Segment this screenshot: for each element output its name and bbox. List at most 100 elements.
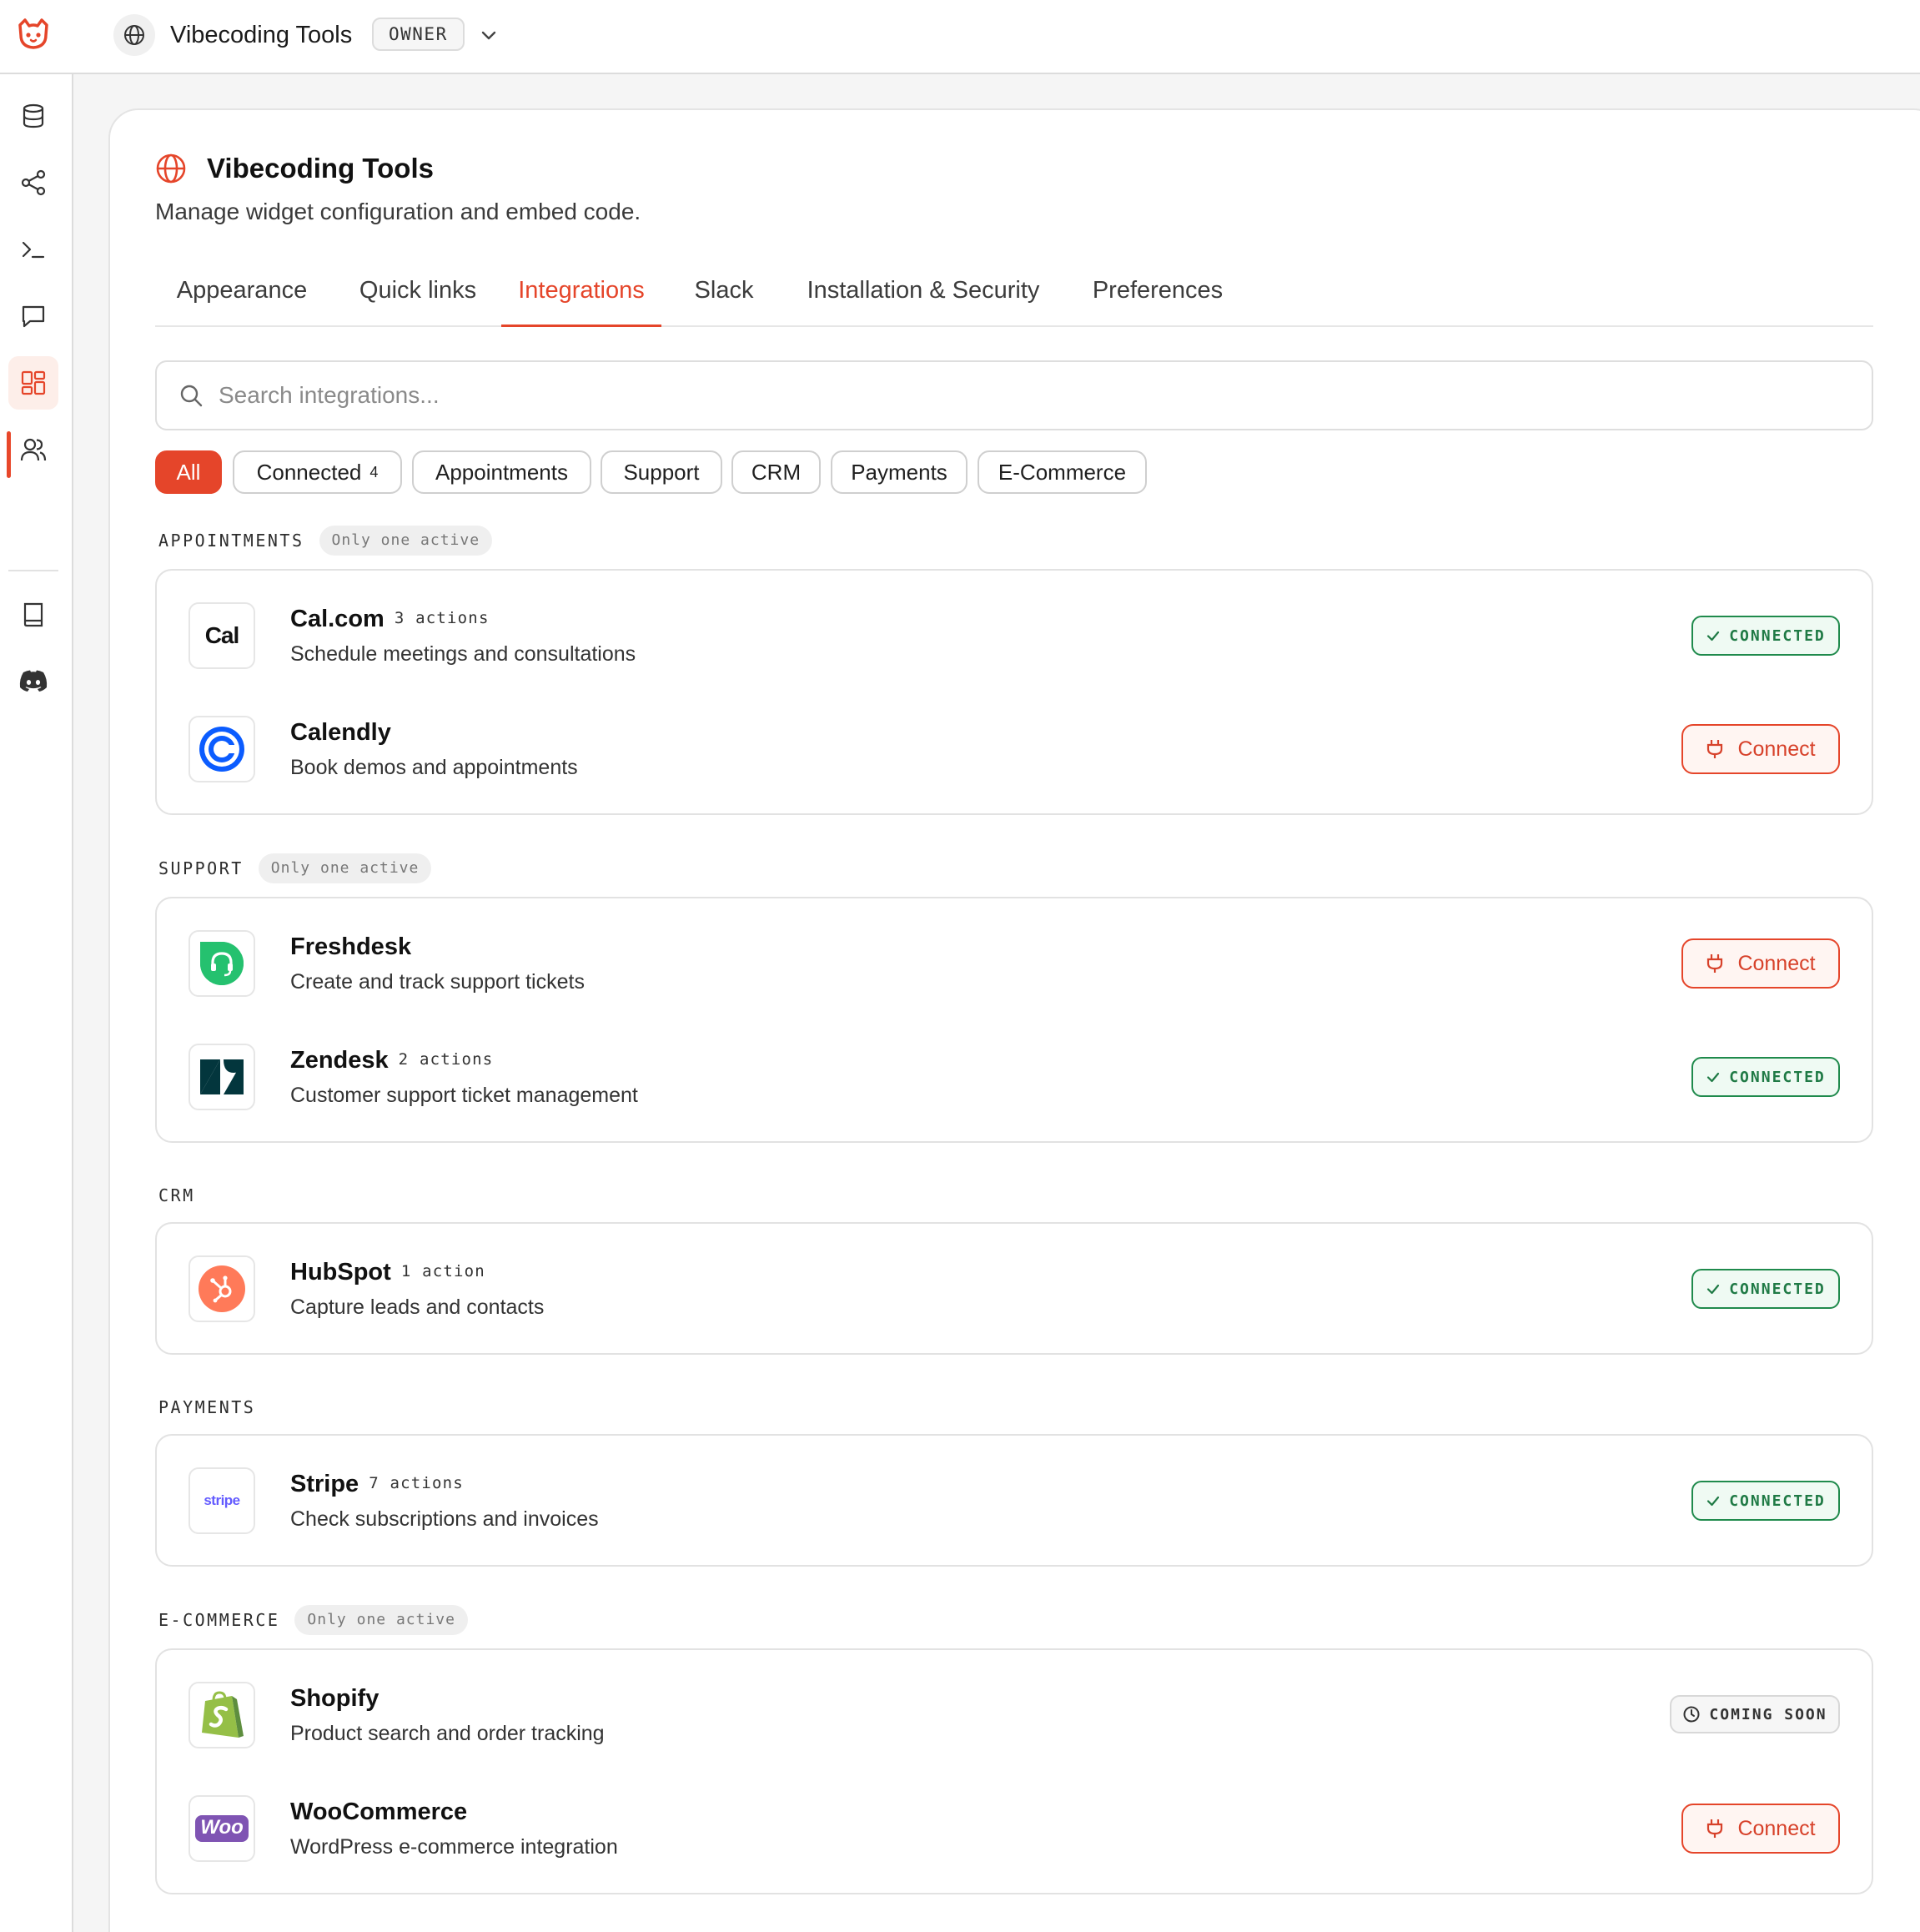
integration-name: Cal.com 3 actions: [290, 606, 490, 633]
connected-label: CONNECTED: [1729, 1068, 1826, 1086]
connected-badge[interactable]: CONNECTED: [1691, 1481, 1840, 1521]
integration-description: Check subscriptions and invoices: [290, 1507, 599, 1531]
integration-title: Stripe: [290, 1471, 359, 1497]
widgets-grid-icon: [21, 370, 46, 395]
integration-description: WordPress e-commerce integration: [290, 1835, 618, 1859]
integration-card-crm: HubSpot 1 action Capture leads and contac…: [155, 1222, 1873, 1355]
sidebar-item-users[interactable]: [8, 423, 58, 476]
section-label-crm: CRM: [158, 1180, 195, 1210]
coming-soon-label: COMING SOON: [1709, 1705, 1827, 1723]
integration-name: WooCommerce: [290, 1799, 467, 1826]
connect-button[interactable]: Connect: [1681, 724, 1840, 774]
stripe-logo-text: stripe: [204, 1492, 240, 1508]
sidebar-item-terminal[interactable]: [8, 223, 58, 276]
filter-payments[interactable]: Payments: [831, 450, 968, 494]
filter-connected-count: 4: [369, 464, 379, 480]
page-title: Vibecoding Tools: [207, 153, 434, 184]
users-icon: [20, 438, 47, 461]
filter-connected[interactable]: Connected 4: [233, 450, 402, 494]
connected-badge[interactable]: CONNECTED: [1691, 1269, 1840, 1309]
integration-title: Freshdesk: [290, 933, 412, 960]
only-one-active-badge: Only one active: [319, 526, 493, 556]
actions-count: 2 actions: [398, 1050, 494, 1069]
sidebar-item-share[interactable]: [8, 156, 58, 209]
integration-description: Schedule meetings and consultations: [290, 642, 636, 666]
sidebar-item-widgets[interactable]: [8, 356, 58, 410]
integration-description: Create and track support tickets: [290, 970, 585, 994]
integration-card-appointments: Cal Cal.com 3 actions Schedule meetings a…: [155, 569, 1873, 815]
integration-description: Product search and order tracking: [290, 1722, 605, 1745]
tab-slack[interactable]: Slack: [692, 265, 756, 327]
integration-title: Shopify: [290, 1685, 379, 1712]
sidebar-item-discord[interactable]: [8, 655, 58, 708]
filter-crm-label: CRM: [751, 460, 802, 485]
sidebar-item-docs[interactable]: [8, 588, 58, 641]
integration-title: Calendly: [290, 719, 391, 746]
plug-icon: [1707, 954, 1723, 973]
tab-preferences[interactable]: Preferences: [1089, 265, 1226, 327]
connected-badge[interactable]: CONNECTED: [1691, 616, 1840, 656]
section-label-appointments: APPOINTMENTS Only one active: [158, 526, 493, 556]
check-icon: [1707, 1072, 1720, 1083]
section-title: APPOINTMENTS: [158, 531, 304, 551]
shopify-logo: [188, 1682, 255, 1748]
integration-description: Book demos and appointments: [290, 756, 578, 779]
top-bar: Vibecoding Tools OWNER: [0, 0, 1920, 74]
filter-ecommerce-label: E-Commerce: [998, 460, 1127, 485]
sidebar-divider: [8, 570, 58, 571]
integration-name: Calendly: [290, 719, 391, 747]
zendesk-logo: [188, 1044, 255, 1110]
plug-icon: [1707, 1819, 1723, 1838]
integration-row-zendesk: Zendesk 2 actions Customer support ticket…: [188, 1044, 1840, 1110]
cat-logo-icon[interactable]: [15, 17, 52, 53]
woocommerce-logo: Woo: [188, 1795, 255, 1862]
page-header: Vibecoding Tools: [155, 153, 434, 184]
tab-appearance[interactable]: Appearance: [175, 265, 309, 327]
integration-description: Customer support ticket management: [290, 1084, 638, 1107]
filter-appointments[interactable]: Appointments: [412, 450, 591, 494]
actions-count: 1 action: [400, 1262, 485, 1280]
integration-name: Shopify: [290, 1685, 379, 1713]
tab-installation-security[interactable]: Installation & Security: [802, 265, 1044, 327]
filter-all-label: All: [176, 460, 201, 485]
section-title: PAYMENTS: [158, 1397, 256, 1417]
section-title: SUPPORT: [158, 858, 244, 878]
workspace-name[interactable]: Vibecoding Tools: [170, 17, 352, 53]
integration-card-ecommerce: Shopify Product search and order trackin…: [155, 1648, 1873, 1894]
check-icon: [1707, 1284, 1720, 1295]
plug-icon: [1707, 740, 1723, 758]
integration-title: Zendesk: [290, 1047, 389, 1074]
check-icon: [1707, 1496, 1720, 1507]
search-input[interactable]: [219, 382, 1872, 409]
page-subtitle: Manage widget configuration and embed co…: [155, 199, 641, 224]
integration-card-support: Freshdesk Create and track support ticke…: [155, 897, 1873, 1143]
integration-row-freshdesk: Freshdesk Create and track support ticke…: [188, 930, 1840, 997]
workspace-globe-icon[interactable]: [113, 14, 155, 56]
filter-appointments-label: Appointments: [435, 460, 568, 485]
filter-support[interactable]: Support: [601, 450, 722, 494]
sidebar-item-database[interactable]: [8, 89, 58, 143]
connect-button[interactable]: Connect: [1681, 938, 1840, 989]
integration-row-shopify: Shopify Product search and order trackin…: [188, 1682, 1840, 1748]
calcom-logo: Cal: [188, 602, 255, 669]
filter-support-label: Support: [623, 460, 700, 485]
filter-crm[interactable]: CRM: [731, 450, 821, 494]
connected-badge[interactable]: CONNECTED: [1691, 1057, 1840, 1097]
connect-label: Connect: [1737, 737, 1816, 761]
filter-all[interactable]: All: [155, 450, 222, 494]
only-one-active-badge: Only one active: [258, 853, 432, 883]
connect-button[interactable]: Connect: [1681, 1804, 1840, 1854]
filter-payments-label: Payments: [851, 460, 947, 485]
integration-name: HubSpot 1 action: [290, 1259, 485, 1286]
sidebar-item-chat[interactable]: [8, 289, 58, 343]
discord-icon: [19, 670, 48, 692]
globe-icon: [156, 153, 186, 184]
tab-integrations[interactable]: Integrations: [501, 265, 661, 327]
integration-title: HubSpot: [290, 1259, 391, 1285]
tab-quick-links[interactable]: Quick links: [355, 265, 480, 327]
filter-ecommerce[interactable]: E-Commerce: [978, 450, 1147, 494]
integration-row-woocommerce: Woo WooCommerce WordPress e-commerce int…: [188, 1795, 1840, 1862]
section-label-ecommerce: E-COMMERCE Only one active: [158, 1605, 468, 1635]
chevron-down-icon[interactable]: [477, 23, 500, 47]
section-label-support: SUPPORT Only one active: [158, 853, 432, 883]
